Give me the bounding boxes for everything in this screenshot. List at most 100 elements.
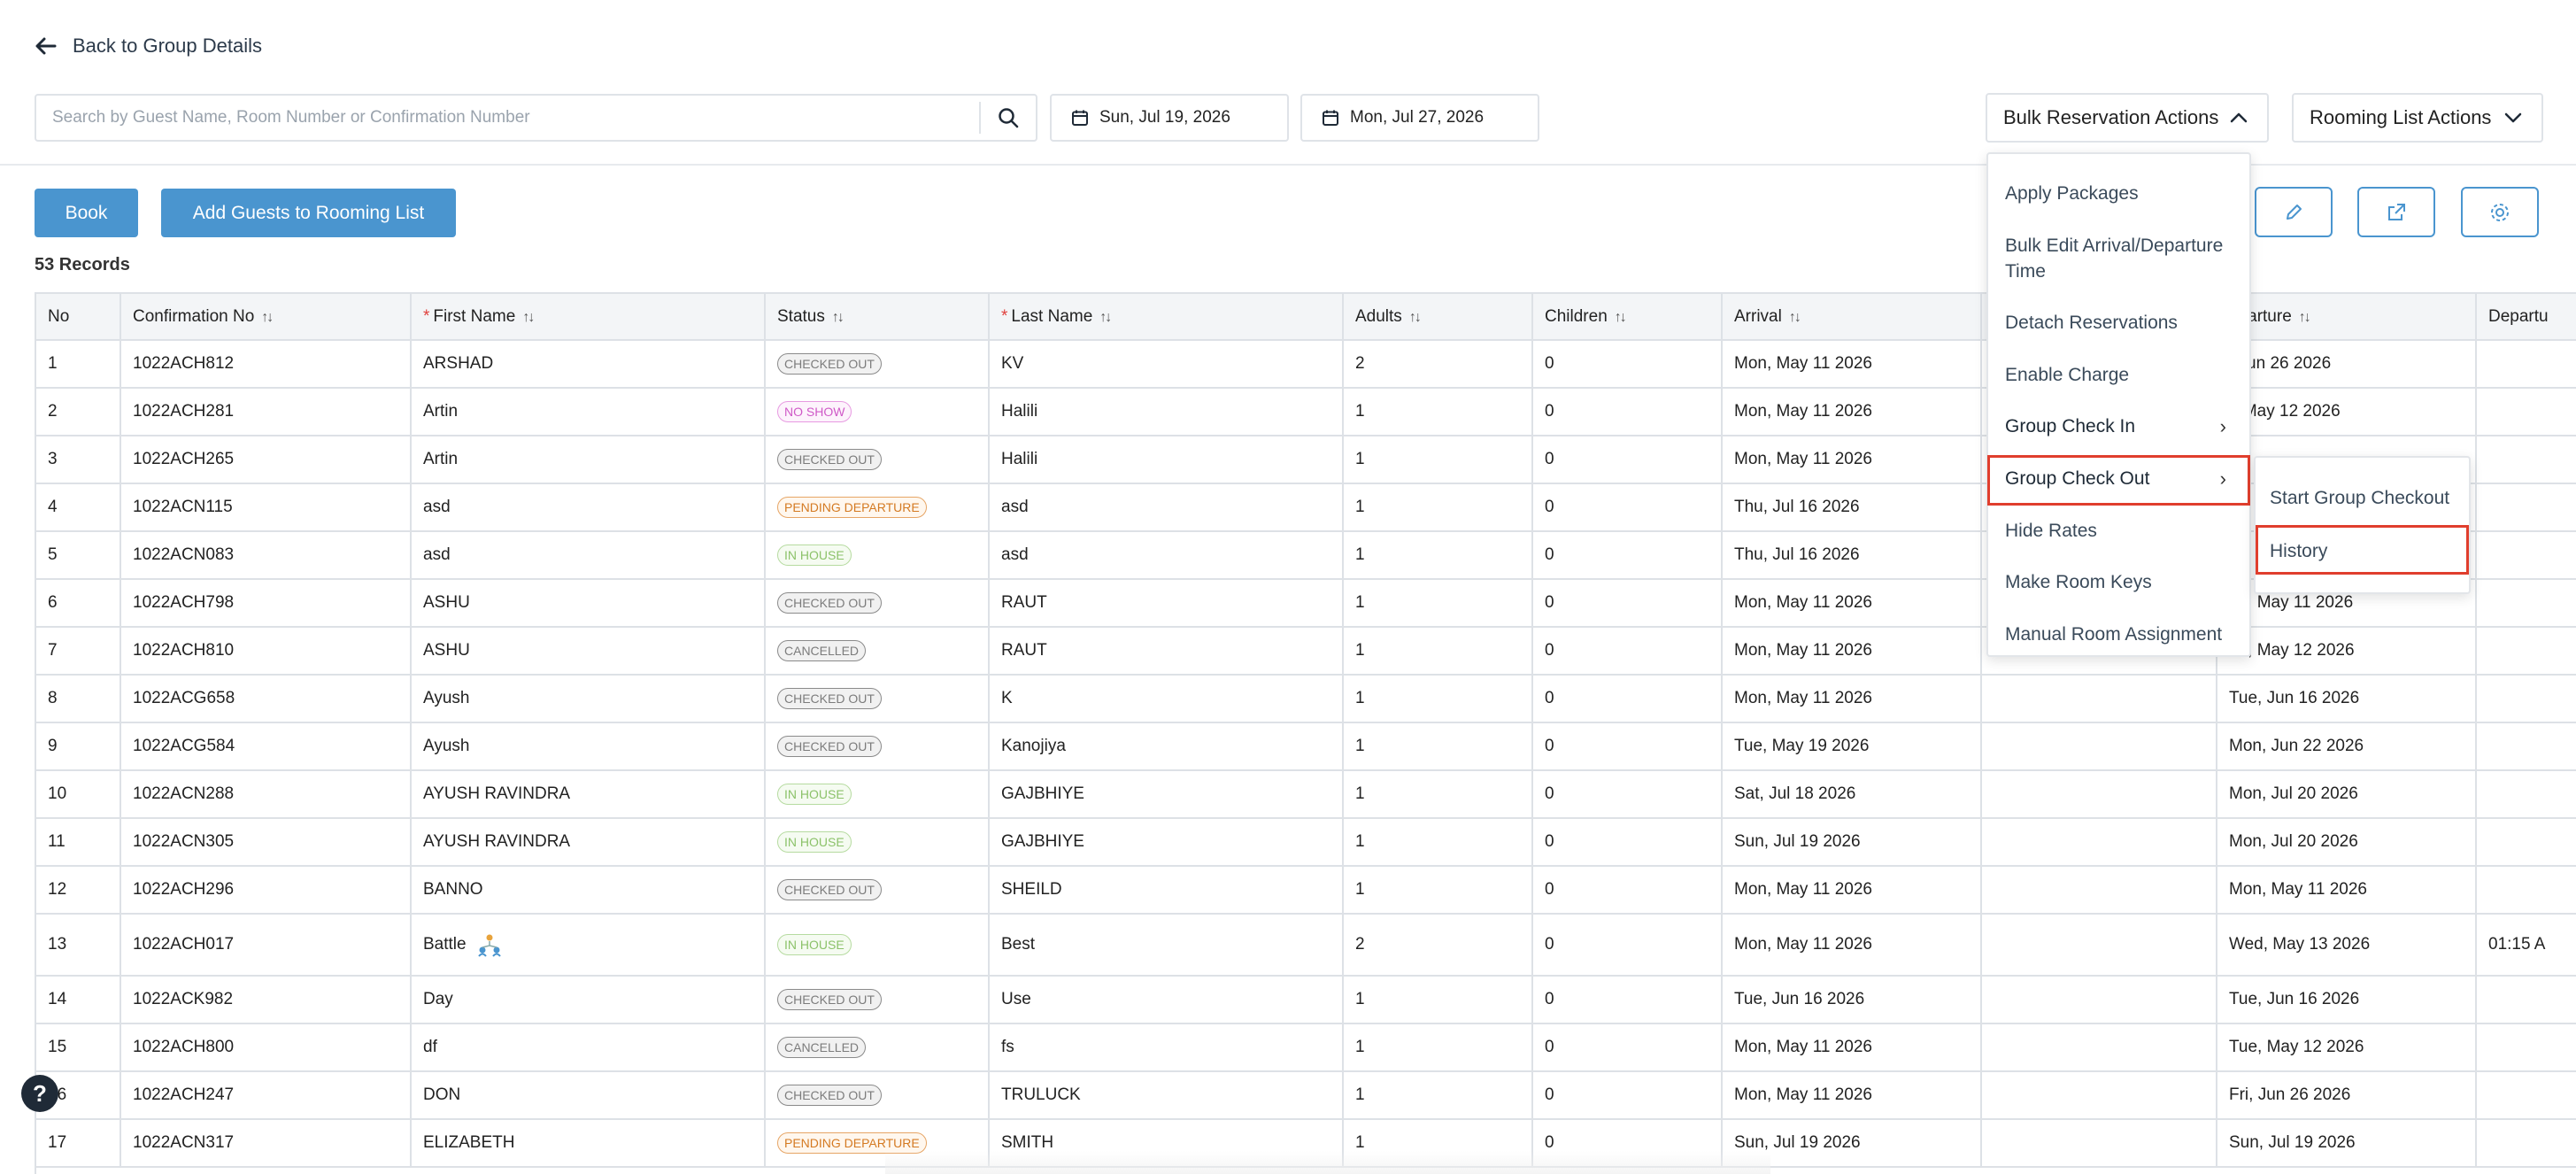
table-row[interactable]: 9 1022ACG584 Ayush CHECKED OUT Kanojiya 1 0 Tue…: [36, 722, 2576, 771]
sort-icon[interactable]: ↑↓: [832, 310, 845, 325]
sort-icon[interactable]: ↑↓: [1099, 310, 1112, 325]
cell-last-name-value: Halili: [1001, 450, 1038, 468]
cell-status: PENDING DEPARTURE: [765, 483, 990, 532]
cell-confirmation-value: 1022ACK982: [133, 990, 234, 1008]
export-button[interactable]: [2357, 187, 2435, 237]
calendar-icon: [1323, 110, 1338, 126]
cell-confirmation: 1022ACN317: [120, 1119, 412, 1168]
cell-no-value: 11: [48, 832, 66, 851]
search-button[interactable]: [981, 96, 1036, 140]
date-to-field[interactable]: Mon, Jul 27, 2026: [1300, 94, 1539, 142]
table-row[interactable]: 11 1022ACN305 AYUSH RAVINDRA IN HOUSE GAJBHI…: [36, 818, 2576, 867]
cell-first-name: AYUSH RAVINDRA: [411, 818, 766, 867]
book-button[interactable]: Book: [35, 189, 138, 237]
edit-button[interactable]: [2255, 187, 2333, 237]
cell-confirmation-value: 1022ACN317: [133, 1133, 235, 1152]
menu-item-bulk-edit-time[interactable]: Bulk Edit Arrival/Departure Time: [1988, 233, 2245, 284]
search-input[interactable]: [36, 96, 979, 140]
cell-arrival: Mon, May 11 2026: [1722, 627, 1982, 676]
menu-item-hide-rates[interactable]: Hide Rates: [1988, 518, 2249, 544]
menu-item-detach-reservations[interactable]: Detach Reservations: [1988, 310, 2249, 336]
date-from-field[interactable]: Sun, Jul 19, 2026: [1050, 94, 1289, 142]
column-adults[interactable]: Adults ↑↓: [1343, 294, 1533, 341]
cell-arrival: Mon, May 11 2026: [1722, 675, 1982, 723]
cell-children: 0: [1532, 436, 1723, 484]
table-row[interactable]: 13 1022ACH017 Battle IN HOUSE Best 2 0 Mon, May…: [36, 914, 2576, 977]
sort-icon[interactable]: ↑↓: [261, 310, 274, 325]
table-row[interactable]: 10 1022ACN288 AYUSH RAVINDRA IN HOUSE GAJBHI…: [36, 770, 2576, 819]
rooming-list-actions-select[interactable]: Rooming List Actions: [2292, 93, 2543, 143]
column-first-name[interactable]: * First Name ↑↓: [411, 294, 766, 341]
cell-children: 0: [1532, 531, 1723, 580]
settings-button[interactable]: [2461, 187, 2539, 237]
column-confirmation[interactable]: Confirmation No ↑↓: [120, 294, 412, 341]
cell-no-value: 10: [48, 784, 67, 803]
table-row[interactable]: 15 1022ACH800 df CANCELLED fs 1 0 Mon, May 11 2…: [36, 1023, 2576, 1072]
top-bar: Back to Group Details Sun, Jul 19, 2026 …: [0, 0, 2576, 166]
bulk-reservation-actions-select[interactable]: Bulk Reservation Actions: [1986, 93, 2269, 143]
cell-first-name-value: ASHU: [423, 593, 470, 612]
cell-status: IN HOUSE: [765, 914, 990, 977]
cell-departure-time: [2476, 675, 2576, 723]
cell-last-name: RAUT: [989, 579, 1344, 628]
cell-adults-value: 1: [1355, 832, 1365, 851]
cell-no: 3: [36, 436, 121, 484]
cell-adults: 1: [1343, 818, 1533, 867]
scroll-shadow: [885, 1151, 1770, 1174]
menu-item-apply-packages[interactable]: Apply Packages: [1988, 181, 2249, 206]
column-departure[interactable]: eparture ↑↓: [2217, 294, 2477, 341]
cell-confirmation-value: 1022ACN083: [133, 545, 235, 564]
cell-adults-value: 1: [1355, 1085, 1365, 1104]
cell-arrival-value: Thu, Jul 16 2026: [1734, 545, 1860, 564]
sort-icon[interactable]: ↑↓: [2299, 310, 2311, 325]
table-row[interactable]: 8 1022ACG658 Ayush CHECKED OUT K 1 0 Mon, May 1…: [36, 675, 2576, 723]
add-guests-button[interactable]: Add Guests to Rooming List: [161, 189, 456, 237]
cell-arrival-value: Tue, May 19 2026: [1734, 737, 1870, 755]
submenu-item-start-group-checkout[interactable]: Start Group Checkout: [2270, 486, 2449, 511]
cell-no: 11: [36, 818, 121, 867]
cell-adults: 1: [1343, 436, 1533, 484]
cell-confirmation: 1022ACH265: [120, 436, 412, 484]
menu-item-manual-room-assignment[interactable]: Manual Room Assignment: [1988, 622, 2249, 647]
help-button[interactable]: ?: [21, 1075, 58, 1112]
back-link[interactable]: Back to Group Details: [35, 30, 262, 62]
cell-adults-value: 1: [1355, 402, 1365, 421]
table-row[interactable]: 14 1022ACK982 Day CHECKED OUT Use 1 0 Tue, Jun …: [36, 976, 2576, 1024]
column-arrival[interactable]: Arrival ↑↓: [1722, 294, 1982, 341]
sort-icon[interactable]: ↑↓: [1409, 310, 1422, 325]
status-badge: IN HOUSE: [777, 784, 852, 805]
cell-first-name-value: ARSHAD: [423, 354, 494, 373]
cell-no-value: 7: [48, 641, 58, 660]
cell-children-value: 0: [1545, 990, 1554, 1008]
cell-departure-time: 01:15 A: [2476, 914, 2576, 977]
menu-item-enable-charge[interactable]: Enable Charge: [1988, 362, 2249, 388]
cell-last-name: asd: [989, 483, 1344, 532]
cell-last-name-value: fs: [1001, 1038, 1014, 1056]
cell-hidden: [1981, 866, 2217, 915]
cell-last-name: GAJBHIYE: [989, 818, 1344, 867]
status-badge: PENDING DEPARTURE: [777, 497, 927, 518]
column-status[interactable]: Status ↑↓: [765, 294, 990, 341]
cell-adults-value: 1: [1355, 1038, 1365, 1056]
sort-icon[interactable]: ↑↓: [1615, 310, 1627, 325]
cell-first-name: BANNO: [411, 866, 766, 915]
status-badge: CHECKED OUT: [777, 879, 882, 900]
menu-item-make-room-keys[interactable]: Make Room Keys: [1988, 569, 2249, 595]
column-children[interactable]: Children ↑↓: [1532, 294, 1723, 341]
cell-children-value: 0: [1545, 689, 1554, 707]
highlight-history: [2256, 525, 2469, 575]
cell-status: CHECKED OUT: [765, 436, 990, 484]
cell-no-value: 8: [48, 689, 58, 707]
menu-item-group-check-in[interactable]: Group Check In ›: [1988, 413, 2249, 439]
cell-first-name: ASHU: [411, 627, 766, 676]
table-row[interactable]: 12 1022ACH296 BANNO CHECKED OUT SHEILD 1 0 Mon,…: [36, 866, 2576, 915]
sort-icon[interactable]: ↑↓: [1789, 310, 1801, 325]
table-row[interactable]: 161022ACH247DONCHECKED OUTTRULUCK10Mon, …: [36, 1071, 2576, 1120]
column-last-name[interactable]: * Last Name ↑↓: [989, 294, 1344, 341]
cell-adults-value: 1: [1355, 593, 1365, 612]
cell-children: 0: [1532, 1023, 1723, 1072]
cell-last-name-value: RAUT: [1001, 593, 1047, 612]
sort-icon[interactable]: ↑↓: [522, 310, 535, 325]
cell-first-name-value: Ayush: [423, 737, 470, 755]
cell-confirmation: 1022ACG658: [120, 675, 412, 723]
